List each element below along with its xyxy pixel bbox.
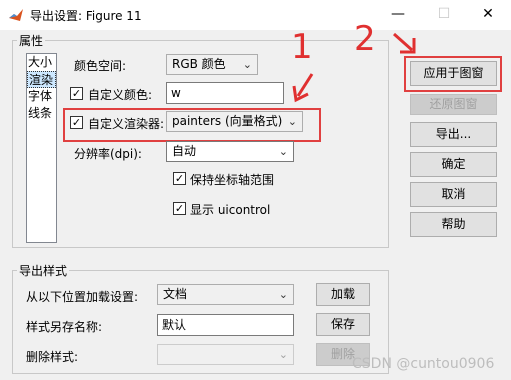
color-space-dropdown[interactable]: RGB 颜色 ⌄	[166, 54, 258, 75]
show-uicontrol-checkbox[interactable]: ✓	[173, 202, 186, 215]
window-title: 导出设置: Figure 11	[30, 9, 142, 23]
load-settings-label: 从以下位置加载设置:	[26, 290, 139, 304]
list-item-lines[interactable]: 线条	[27, 105, 56, 122]
resolution-dropdown[interactable]: 自动 ⌄	[166, 141, 294, 162]
chevron-down-icon: ⌄	[287, 115, 297, 128]
custom-renderer-checkbox[interactable]: ✓	[70, 116, 83, 129]
category-list[interactable]: 大小 渲染 字体 线条	[26, 53, 57, 243]
load-button[interactable]: 加载	[316, 283, 370, 306]
arrow-down-left-icon	[292, 73, 314, 103]
close-button[interactable]: ✕	[465, 0, 511, 30]
list-item-size[interactable]: 大小	[27, 54, 56, 71]
save-button[interactable]: 保存	[316, 313, 370, 336]
watermark: CSDN @cuntou0906	[352, 356, 495, 372]
chevron-down-icon: ⌄	[278, 348, 288, 361]
list-item-render[interactable]: 渲染	[27, 71, 56, 88]
minimize-button[interactable]: —	[375, 0, 421, 30]
matlab-logo-icon	[9, 9, 23, 21]
chevron-down-icon: ⌄	[278, 145, 288, 158]
cancel-button[interactable]: 取消	[410, 182, 497, 207]
load-settings-dropdown[interactable]: 文档 ⌄	[157, 284, 294, 305]
delete-style-label: 删除样式:	[26, 350, 79, 364]
custom-renderer-label: 自定义渲染器:	[88, 117, 165, 131]
annotation-label-2: 2	[354, 19, 376, 59]
chevron-down-icon: ⌄	[278, 288, 288, 301]
keep-axes-limits-checkbox[interactable]: ✓	[173, 172, 186, 185]
save-style-label: 样式另存名称:	[26, 320, 103, 334]
load-settings-value: 文档	[163, 287, 188, 301]
custom-renderer-value: painters (向量格式)	[172, 114, 283, 128]
export-styles-group-label: 导出样式	[17, 262, 70, 279]
custom-color-checkbox[interactable]: ✓	[70, 87, 83, 100]
list-item-font[interactable]: 字体	[27, 88, 56, 105]
arrow-down-right-icon	[393, 32, 416, 54]
resolution-value: 自动	[172, 144, 197, 158]
custom-color-input[interactable]: w	[166, 82, 284, 104]
custom-renderer-dropdown[interactable]: painters (向量格式) ⌄	[166, 111, 303, 132]
properties-group-label: 属性	[17, 32, 46, 49]
custom-color-label: 自定义颜色:	[88, 88, 153, 102]
maximize-button[interactable]: ☐	[421, 0, 467, 30]
apply-to-figure-button[interactable]: 应用于图窗	[410, 61, 497, 86]
annotation-label-1: 1	[291, 27, 313, 67]
ok-button[interactable]: 确定	[410, 152, 497, 177]
resolution-label: 分辨率(dpi):	[74, 147, 142, 161]
restore-figure-button[interactable]: 还原图窗	[410, 94, 497, 115]
color-space-value: RGB 颜色	[172, 57, 226, 71]
style-name-input[interactable]: 默认	[157, 314, 294, 336]
show-uicontrol-label: 显示 uicontrol	[190, 203, 271, 217]
export-button[interactable]: 导出...	[410, 122, 497, 147]
chevron-down-icon: ⌄	[242, 58, 252, 71]
delete-style-dropdown[interactable]: ⌄	[157, 344, 294, 365]
keep-axes-limits-label: 保持坐标轴范围	[190, 173, 275, 187]
help-button[interactable]: 帮助	[410, 212, 497, 237]
color-space-label: 颜色空间:	[74, 59, 127, 73]
